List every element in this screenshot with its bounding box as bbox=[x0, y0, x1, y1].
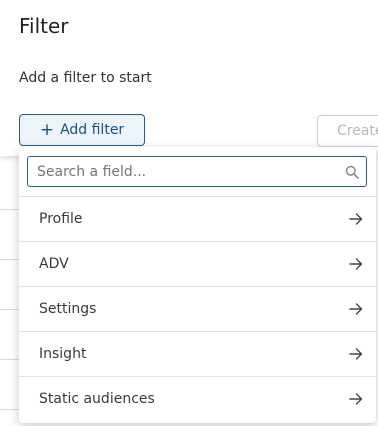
field-item-settings[interactable]: Settings bbox=[19, 286, 376, 331]
create-button[interactable]: Create bbox=[317, 115, 378, 147]
plus-icon: + bbox=[39, 119, 55, 140]
field-list: Profile ADV Settings Insight Static audi… bbox=[19, 196, 376, 421]
arrow-right-icon bbox=[349, 392, 363, 406]
arrow-right-icon bbox=[349, 347, 363, 361]
search-box bbox=[27, 156, 367, 187]
filter-panel: Filter Add a filter to start + Add filte… bbox=[0, 0, 378, 156]
field-item-label: Insight bbox=[39, 346, 87, 362]
add-filter-button[interactable]: + Add filter bbox=[19, 114, 145, 146]
field-item-label: Static audiences bbox=[39, 391, 155, 407]
field-item-label: Settings bbox=[39, 301, 97, 317]
field-dropdown: Profile ADV Settings Insight Static audi… bbox=[19, 147, 376, 423]
search-icon bbox=[338, 157, 366, 186]
search-input[interactable] bbox=[28, 157, 338, 186]
field-item-profile[interactable]: Profile bbox=[19, 196, 376, 241]
arrow-right-icon bbox=[349, 302, 363, 316]
field-item-label: ADV bbox=[39, 256, 69, 272]
arrow-right-icon bbox=[349, 257, 363, 271]
arrow-right-icon bbox=[349, 212, 363, 226]
add-filter-label: Add filter bbox=[60, 122, 125, 138]
field-item-static-audiences[interactable]: Static audiences bbox=[19, 376, 376, 421]
panel-hint: Add a filter to start bbox=[19, 70, 152, 86]
field-item-adv[interactable]: ADV bbox=[19, 241, 376, 286]
field-item-insight[interactable]: Insight bbox=[19, 331, 376, 376]
create-label: Create bbox=[337, 123, 378, 139]
field-item-label: Profile bbox=[39, 211, 83, 227]
panel-title: Filter bbox=[19, 14, 69, 38]
